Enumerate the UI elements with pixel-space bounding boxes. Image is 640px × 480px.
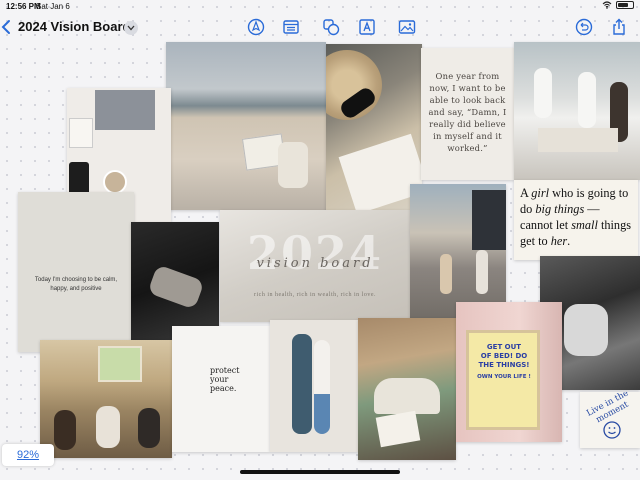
table-image: [538, 128, 618, 152]
zoom-level-button[interactable]: 92%: [2, 444, 54, 466]
peace-line: your: [210, 375, 229, 384]
title-menu-chevron-icon[interactable]: [124, 21, 138, 35]
undo-icon[interactable]: [575, 18, 593, 36]
person-image: [96, 406, 120, 448]
vision-year: 2024: [246, 226, 384, 280]
vision-subtitle: rich in health, rich in wealth, rich in …: [254, 292, 376, 298]
friends-kitchen-photo: [40, 340, 172, 458]
poster-line: GET OUT: [486, 343, 522, 351]
shapes-icon[interactable]: [322, 18, 340, 36]
book-image: [375, 410, 421, 448]
window-image: [98, 346, 142, 382]
big-things-quote-card: A girl who is going to do big things — c…: [514, 180, 638, 260]
status-indicators: [602, 1, 634, 9]
share-icon[interactable]: [610, 18, 628, 36]
person-image: [578, 72, 596, 128]
future-quote-card: One year from now, I want to be able to …: [421, 48, 514, 180]
status-bar: 12:56 PM Sat Jan 6: [0, 0, 640, 12]
image-icon[interactable]: [398, 18, 416, 36]
poster-line: OWN YOUR LIFE !: [477, 374, 531, 380]
person-image: [564, 304, 608, 356]
poster-frame: GET OUT OF BED! DO THE THINGS! OWN YOUR …: [466, 330, 540, 430]
document-title[interactable]: 2024 Vision Board: [18, 19, 130, 34]
couple-photo: [270, 320, 358, 452]
vision-board-title-card: 2024 vision board rich in health, rich i…: [220, 210, 410, 322]
friends-beach-photo: [514, 42, 640, 180]
person-image: [138, 408, 160, 448]
notebook-image: [69, 118, 93, 148]
person-image: [476, 250, 488, 294]
building-image: [472, 190, 506, 250]
person-image: [534, 68, 552, 118]
live-in-moment-card: Live in the moment: [580, 392, 640, 448]
poster-text: GET OUT OF BED! DO THE THINGS! OWN YOUR …: [473, 343, 535, 382]
quote-text: .: [567, 234, 571, 248]
beach-reading-photo: [166, 42, 326, 210]
text-box-icon[interactable]: [282, 18, 300, 36]
arm-image: [147, 264, 205, 310]
wifi-icon: [602, 1, 612, 9]
status-date: Sat Jan 6: [36, 2, 70, 11]
quote-text: A: [520, 186, 532, 200]
quote-emphasis: her: [550, 234, 568, 248]
peace-line: peace.: [210, 384, 237, 393]
back-chevron-icon[interactable]: [0, 18, 14, 36]
quote-emphasis: small: [571, 218, 598, 232]
motivation-poster-photo: GET OUT OF BED! DO THE THINGS! OWN YOUR …: [456, 302, 562, 442]
laptop-image: [95, 90, 155, 130]
home-indicator[interactable]: [240, 470, 400, 474]
person-image: [54, 410, 76, 450]
person-image: [314, 340, 330, 434]
quote-emphasis: big things: [535, 202, 585, 216]
quote-emphasis: girl: [531, 186, 550, 200]
battery-icon: [616, 1, 634, 9]
coffee-cup-image: [103, 170, 127, 194]
car-window-photo: [131, 222, 219, 342]
poster-line: OF BED! DO: [480, 352, 528, 360]
vision-label: vision board: [256, 256, 374, 271]
sleeve-image: [278, 142, 308, 188]
person-image: [292, 334, 312, 434]
camping-photo: [358, 318, 456, 460]
poster-line: THE THINGS!: [478, 361, 530, 369]
smiley-icon: [603, 421, 621, 439]
pen-tool-icon[interactable]: [247, 18, 265, 36]
calm-quote-card: Today I'm choosing to be calm, happy, an…: [18, 192, 134, 352]
straw-hat-photo: [326, 44, 422, 216]
hammock-image: [374, 378, 440, 414]
text-tool-icon[interactable]: [358, 18, 376, 36]
peace-line: protect: [210, 366, 240, 375]
protect-peace-card: protect your peace.: [172, 326, 270, 452]
person-image: [440, 254, 452, 294]
